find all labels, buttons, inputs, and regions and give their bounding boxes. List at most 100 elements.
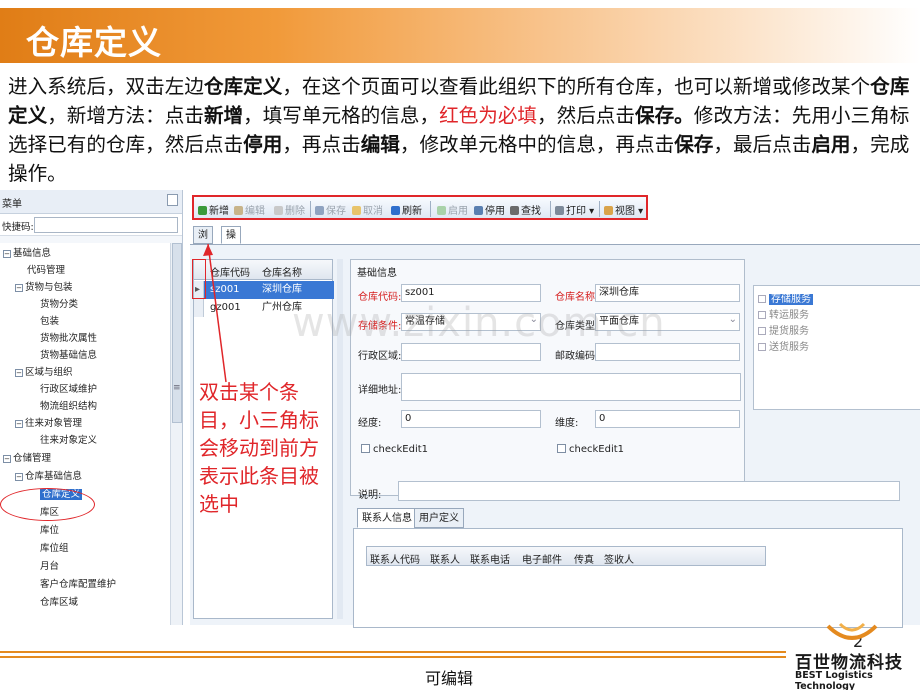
edit-button[interactable]: 编辑 <box>234 202 265 217</box>
tab-contacts[interactable]: 联系人信息 <box>357 508 417 528</box>
callout-text: 双击某个条目，小三角标会移动到前方表示此条目被选中 <box>199 380 319 516</box>
quick-code-row: 快捷码: <box>0 214 182 236</box>
tree-scrollbar[interactable]: ≡ <box>170 243 182 625</box>
service-item[interactable]: 转运服务 <box>758 306 809 321</box>
tree-item[interactable]: 客户仓库配置维护 <box>40 576 116 593</box>
contact-col[interactable]: 联系人代码 <box>370 551 420 566</box>
tab-custom[interactable]: 用户定义 <box>414 508 464 528</box>
tree-item[interactable]: 库位 <box>40 522 59 539</box>
delete-button[interactable]: 删除 <box>274 202 305 217</box>
slide: 仓库定义 进入系统后，双击左边仓库定义，在这个页面可以查看此组织下的所有仓库，也… <box>0 0 920 690</box>
footer-rule <box>0 651 786 653</box>
para-text: ，填写单元格的信息， <box>243 104 440 127</box>
cancel-button[interactable]: 取消 <box>352 202 383 217</box>
col-header-code[interactable]: 仓库代码 <box>210 264 250 279</box>
title-band: 仓库定义 <box>0 8 920 63</box>
table-row[interactable]: ▸ sz001 深圳仓库 <box>194 281 334 299</box>
para-text: ，修改单元格中的信息，再点击 <box>399 133 675 156</box>
service-item[interactable]: 送货服务 <box>758 338 809 353</box>
contact-col[interactable]: 签收人 <box>604 551 634 566</box>
address-label: 详细地址: <box>358 385 402 396</box>
tree-item[interactable]: − 仓储管理 <box>3 450 51 467</box>
minus-icon <box>274 206 283 215</box>
pencil-icon <box>234 206 243 215</box>
tree-item[interactable]: 代码管理 <box>27 262 65 279</box>
cell-name: 深圳仓库 <box>262 284 302 295</box>
tree-item[interactable]: − 区域与组织 <box>15 364 73 381</box>
service-item[interactable]: 存储服务 <box>758 290 813 305</box>
cancel-icon <box>352 206 361 215</box>
basic-info-form: 基础信息 仓库代码: sz001 仓库名称: 深圳仓库 存储条件: 常温存储 仓… <box>350 259 745 496</box>
para-text: ，新增方法：点击 <box>47 104 204 127</box>
logo-english: BEST Logistics Technology <box>795 670 873 690</box>
contact-col[interactable]: 电子邮件 <box>522 551 562 566</box>
page-title: 仓库定义 <box>26 23 162 62</box>
tree-item[interactable]: − 仓库基础信息 <box>15 468 82 485</box>
find-button[interactable]: 查找 <box>510 202 541 217</box>
tree-item[interactable]: 仓库区域 <box>40 594 78 611</box>
disable-button[interactable]: 停用 <box>474 202 505 217</box>
watermark: www.zixin.com.cn <box>292 300 666 346</box>
pin-icon[interactable] <box>167 194 178 206</box>
grid-header: 仓库代码 仓库名称 <box>194 260 332 280</box>
tree-item[interactable]: 物流组织结构 <box>40 398 97 415</box>
para-text: ，最后点击 <box>713 133 812 156</box>
tree-item[interactable]: 行政区域维护 <box>40 381 97 398</box>
plus-icon <box>198 206 207 215</box>
binoculars-icon <box>510 206 519 215</box>
refresh-button[interactable]: 刷新 <box>391 202 422 217</box>
instruction-paragraph: 进入系统后，双击左边仓库定义，在这个页面可以查看此组织下的所有仓库，也可以新增或… <box>8 72 913 188</box>
add-button[interactable]: 新增 <box>198 202 229 217</box>
para-bold: 新增 <box>203 104 244 127</box>
tree-item[interactable]: 月台 <box>40 558 59 575</box>
print-button[interactable]: 打印 ▾ <box>555 202 594 217</box>
view-button[interactable]: 视图 ▾ <box>604 202 643 217</box>
tree-item[interactable]: − 货物与包装 <box>15 279 73 296</box>
enable-button[interactable]: 启用 <box>437 202 468 217</box>
refresh-icon <box>391 206 400 215</box>
check-edit-1[interactable]: checkEdit1 <box>361 444 428 455</box>
menu-tree-panel: 菜单 快捷码: − 基础信息 代码管理 − 货物与包装 货物分类 包装 货物批次属性… <box>0 190 183 625</box>
tree-item[interactable]: − 往来对象管理 <box>15 415 82 432</box>
service-item[interactable]: 提货服务 <box>758 322 809 337</box>
pause-icon <box>474 206 483 215</box>
highlight-ellipse <box>0 488 95 521</box>
address-field[interactable] <box>401 373 741 401</box>
contact-col[interactable]: 联系人 <box>430 551 460 566</box>
zip-label: 邮政编码: <box>555 351 599 362</box>
para-bold: 启用 <box>811 133 851 156</box>
col-header-name[interactable]: 仓库名称 <box>262 264 302 279</box>
para-text: 进入系统后，双击左边 <box>8 75 204 98</box>
check-edit-2[interactable]: checkEdit1 <box>557 444 624 455</box>
tree-item[interactable]: 货物分类 <box>40 296 78 313</box>
tree-item[interactable]: 货物基础信息 <box>40 347 97 364</box>
para-bold: 保存 <box>674 133 714 156</box>
para-text: ，在这个页面可以查看此组织下的所有仓库，也可以新增或修改某个 <box>282 75 871 98</box>
tree-item[interactable]: 包装 <box>40 313 59 330</box>
quick-code-input[interactable] <box>34 217 178 233</box>
contact-grid: 联系人代码 联系人 联系电话 电子邮件 传真 签收人 <box>353 528 903 628</box>
save-button[interactable]: 保存 <box>315 202 346 217</box>
tree-item[interactable]: 货物批次属性 <box>40 330 97 347</box>
scroll-thumb[interactable] <box>172 243 182 423</box>
longitude-field[interactable]: 0 <box>401 410 541 428</box>
tree-header-label: 菜单 <box>2 199 22 210</box>
latitude-field[interactable]: 0 <box>595 410 740 428</box>
contact-col[interactable]: 传真 <box>574 551 594 566</box>
note-field[interactable] <box>398 481 900 501</box>
cell-code: gz001 <box>210 302 241 313</box>
tree-item[interactable]: − 基础信息 <box>3 245 51 262</box>
tab-browse[interactable]: 浏览 <box>193 226 213 258</box>
best-logo-icon <box>826 622 878 640</box>
checkbox-icon <box>361 444 370 453</box>
row-indicator-highlight <box>192 259 206 299</box>
longitude-label: 经度: <box>358 418 382 429</box>
para-bold: 仓库定义 <box>203 75 283 98</box>
contact-col[interactable]: 联系电话 <box>470 551 510 566</box>
form-section-title: 基础信息 <box>357 268 397 279</box>
para-bold: 停用 <box>243 133 283 156</box>
editable-label: 可编辑 <box>425 669 474 688</box>
tree-item[interactable]: 往来对象定义 <box>40 432 97 449</box>
tree-item[interactable]: 库位组 <box>40 540 69 557</box>
tab-operate[interactable]: 操作 <box>221 226 241 258</box>
